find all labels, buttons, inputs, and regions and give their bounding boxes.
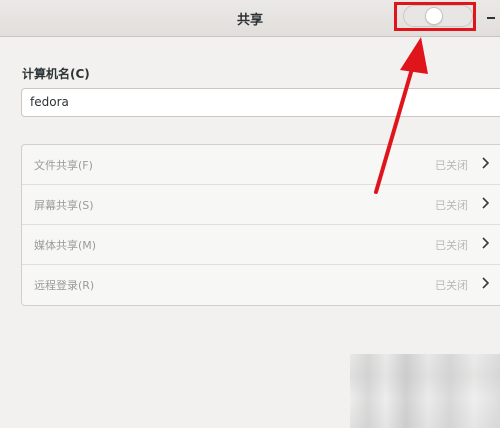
status-text: 已关闭 <box>435 159 468 172</box>
hostname-label: 计算机名(C) <box>22 67 90 81</box>
list-item-label: 媒体共享(M) <box>34 239 97 252</box>
list-item-file-sharing[interactable]: 文件共享(F) 已关闭 <box>22 145 500 185</box>
sharing-services-list: 文件共享(F) 已关闭 屏幕共享(S) 已关闭 媒体共享(M) 已关闭 远程登录… <box>21 144 500 306</box>
list-item-label: 屏幕共享(S) <box>34 199 94 212</box>
watermark-blur <box>350 354 500 428</box>
hostname-input[interactable]: fedora <box>21 88 500 117</box>
status-text: 已关闭 <box>435 199 468 212</box>
status-text: 已关闭 <box>435 239 468 252</box>
minimize-button[interactable] <box>484 8 498 24</box>
sharing-toggle[interactable] <box>403 5 473 27</box>
list-item-remote-login[interactable]: 远程登录(R) 已关闭 <box>22 265 500 305</box>
chevron-right-icon <box>482 237 490 249</box>
list-item-media-sharing[interactable]: 媒体共享(M) 已关闭 <box>22 225 500 265</box>
list-item-label: 远程登录(R) <box>34 279 95 292</box>
minimize-icon <box>487 17 495 19</box>
chevron-right-icon <box>482 157 490 169</box>
chevron-right-icon <box>482 197 490 209</box>
list-item-label: 文件共享(F) <box>34 159 93 172</box>
list-item-screen-sharing[interactable]: 屏幕共享(S) 已关闭 <box>22 185 500 225</box>
chevron-right-icon <box>482 277 490 289</box>
toggle-knob[interactable] <box>425 7 443 25</box>
header-bar: 共享 <box>0 0 500 37</box>
status-text: 已关闭 <box>435 279 468 292</box>
